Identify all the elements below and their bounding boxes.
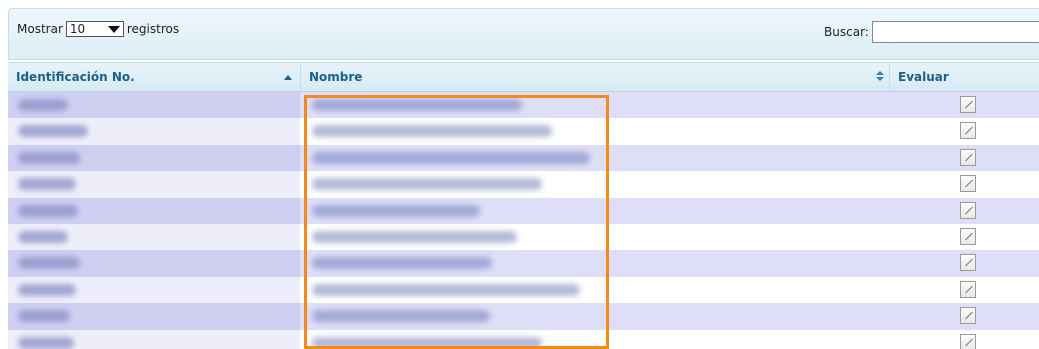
redacted-id-text xyxy=(18,151,80,164)
cell-identificacion xyxy=(8,197,300,224)
column-header-label: Evaluar xyxy=(898,70,949,84)
table-row xyxy=(8,118,1039,145)
cell-identificacion xyxy=(8,303,300,330)
redacted-name-text xyxy=(312,283,580,296)
cell-nombre xyxy=(300,303,889,329)
cell-evaluar xyxy=(889,92,1039,118)
sort-both-icon xyxy=(876,71,884,83)
cell-identificacion xyxy=(8,329,300,349)
table-header: Identificación No. Nombre Evaluar xyxy=(8,62,1039,92)
redacted-name-text xyxy=(312,230,517,243)
redacted-name-text xyxy=(312,178,542,191)
chevron-down-icon xyxy=(107,25,120,33)
sort-asc-icon xyxy=(284,75,292,80)
cell-nombre xyxy=(300,224,889,250)
page-length-control: Mostrar 10 registros xyxy=(17,21,179,37)
cell-identificacion xyxy=(8,171,300,198)
records-label: registros xyxy=(126,22,180,36)
redacted-id-text xyxy=(18,99,68,111)
cell-evaluar xyxy=(889,330,1039,349)
redacted-name-text xyxy=(312,125,552,138)
edit-icon[interactable] xyxy=(960,175,976,193)
redacted-id-text xyxy=(18,336,74,349)
redacted-id-text xyxy=(18,257,80,270)
cell-nombre xyxy=(300,277,889,303)
cell-identificacion xyxy=(8,92,300,119)
cell-evaluar xyxy=(889,277,1039,303)
cell-identificacion xyxy=(8,250,300,277)
redacted-name-text xyxy=(312,204,480,217)
edit-icon[interactable] xyxy=(960,280,976,298)
table-row xyxy=(8,171,1039,198)
search-label: Buscar: xyxy=(824,25,869,39)
cell-nombre xyxy=(300,92,889,118)
page-size-value: 10 xyxy=(69,22,86,36)
table-row xyxy=(8,276,1039,304)
datatable-page: Mostrar 10 registros Buscar: Identificac… xyxy=(0,0,1039,349)
redacted-id-text xyxy=(18,204,78,217)
table-row xyxy=(8,92,1039,119)
column-header-evaluar[interactable]: Evaluar xyxy=(889,63,1039,91)
cell-nombre xyxy=(300,118,889,144)
search-input[interactable] xyxy=(871,21,1039,43)
column-header-label: Nombre xyxy=(309,70,363,84)
edit-icon[interactable] xyxy=(960,148,976,166)
edit-icon[interactable] xyxy=(960,227,976,245)
edit-icon[interactable] xyxy=(960,96,976,113)
cell-nombre xyxy=(300,145,889,171)
cell-evaluar xyxy=(889,224,1039,250)
column-header-identificacion[interactable]: Identificación No. xyxy=(8,63,300,91)
column-header-nombre[interactable]: Nombre xyxy=(300,63,900,91)
search-control: Buscar: xyxy=(824,21,1039,43)
edit-icon[interactable] xyxy=(960,254,976,272)
column-header-label: Identificación No. xyxy=(16,70,135,84)
cell-evaluar xyxy=(889,145,1039,171)
table-row xyxy=(8,303,1039,330)
table-row xyxy=(8,144,1039,172)
cell-identificacion xyxy=(8,276,300,304)
redacted-id-text xyxy=(18,125,88,138)
redacted-id-text xyxy=(18,178,76,191)
redacted-name-text[interactable] xyxy=(312,99,522,111)
edit-icon[interactable] xyxy=(960,333,976,349)
table-row xyxy=(8,250,1039,277)
redacted-id-text xyxy=(18,230,68,243)
redacted-name-text xyxy=(312,151,590,164)
page-size-select[interactable]: 10 xyxy=(65,21,124,37)
cell-evaluar xyxy=(889,198,1039,224)
table-controls-bar: Mostrar 10 registros Buscar: xyxy=(8,8,1039,60)
show-label: Mostrar xyxy=(17,22,63,36)
cell-evaluar xyxy=(889,171,1039,197)
cell-nombre xyxy=(300,330,889,349)
redacted-name-text xyxy=(312,257,492,270)
cell-identificacion xyxy=(8,223,300,251)
redacted-name-text xyxy=(312,310,490,323)
cell-evaluar xyxy=(889,303,1039,329)
cell-identificacion xyxy=(8,118,300,145)
cell-nombre xyxy=(300,198,889,224)
redacted-id-text xyxy=(18,310,70,323)
cell-identificacion xyxy=(8,144,300,172)
cell-nombre xyxy=(300,250,889,276)
edit-icon[interactable] xyxy=(960,201,976,219)
cell-evaluar xyxy=(889,250,1039,276)
redacted-name-text xyxy=(312,336,542,349)
edit-icon[interactable] xyxy=(960,307,976,325)
table-row xyxy=(8,197,1039,224)
redacted-id-text xyxy=(18,283,76,296)
table-body xyxy=(8,92,1039,349)
table-row xyxy=(8,329,1039,349)
table-row xyxy=(8,223,1039,251)
edit-icon[interactable] xyxy=(960,122,976,140)
cell-nombre xyxy=(300,171,889,197)
cell-evaluar xyxy=(889,118,1039,144)
